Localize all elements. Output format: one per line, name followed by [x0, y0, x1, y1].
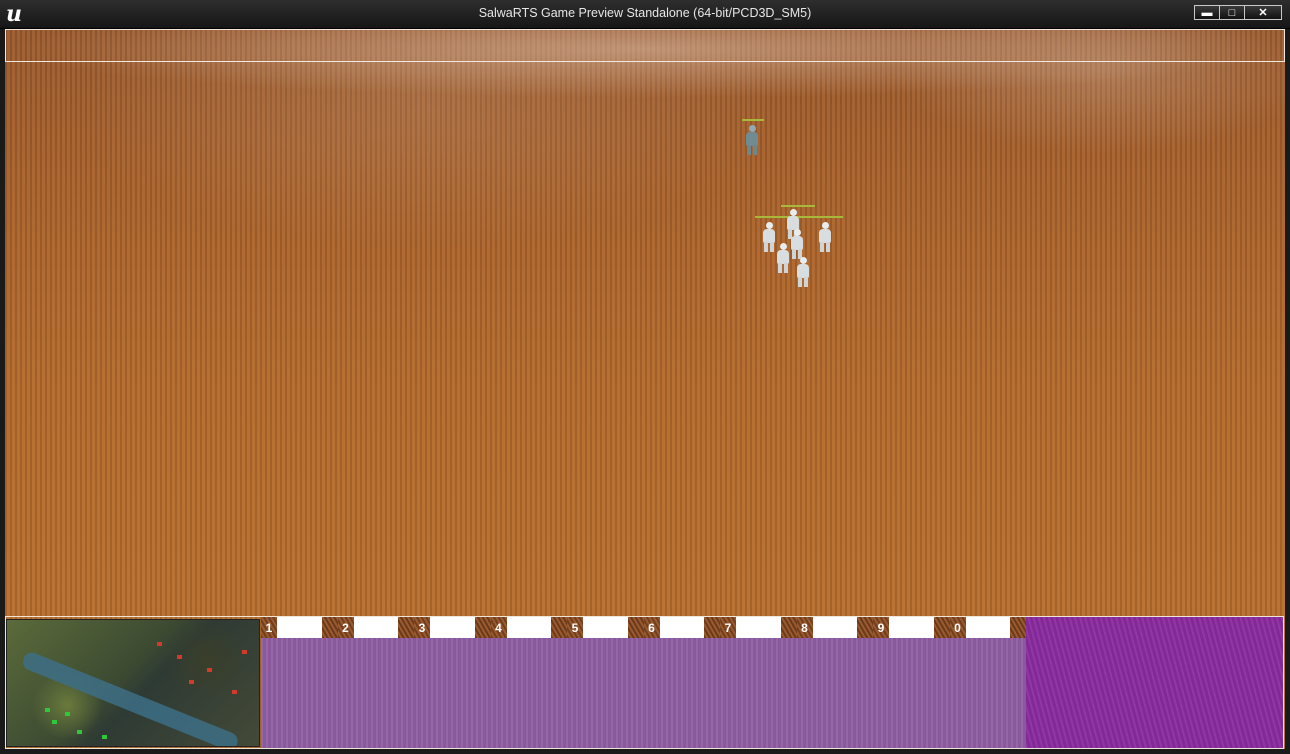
control-group-number: 8	[796, 617, 813, 638]
neutral-unit[interactable]	[745, 125, 759, 155]
minimap-ally-marker	[77, 730, 82, 734]
maximize-button[interactable]: □	[1219, 5, 1245, 20]
minimap-enemy-marker	[242, 650, 247, 654]
control-group-number: 4	[490, 617, 507, 638]
command-panel: 1 2 3 4 5 6 7 8 9 0	[261, 617, 1026, 748]
soldier-unit[interactable]	[790, 229, 804, 259]
control-group-slot[interactable]: 0	[949, 617, 1026, 638]
minimap-ally-marker	[45, 708, 50, 712]
slot-divider	[1010, 617, 1026, 638]
slot-divider	[321, 617, 338, 638]
minimap-ally-marker	[102, 735, 107, 739]
control-group-number: 6	[643, 617, 660, 638]
soldier-unit[interactable]	[818, 222, 832, 252]
slot-divider	[474, 617, 491, 638]
unit-health-bar	[742, 119, 764, 121]
minimap-enemy-marker	[207, 668, 212, 672]
minimap-enemy-marker	[232, 690, 237, 694]
slot-divider	[780, 617, 797, 638]
control-group-number: 3	[414, 617, 430, 638]
control-group-slot[interactable]: 5	[567, 617, 644, 638]
control-group-bar: 1 2 3 4 5 6 7 8 9 0	[261, 617, 1026, 638]
soldier-unit[interactable]	[762, 222, 776, 252]
control-group-slot[interactable]: 2	[337, 617, 414, 638]
window-title: SalwaRTS Game Preview Standalone (64-bit…	[478, 6, 812, 20]
minimap-ally-marker	[65, 712, 70, 716]
control-group-slot[interactable]: 6	[643, 617, 720, 638]
minimap-enemy-marker	[157, 642, 162, 646]
control-group-number: 0	[949, 617, 966, 638]
soldier-unit[interactable]	[796, 257, 810, 287]
control-group-number: 1	[261, 617, 277, 638]
control-group-number: 9	[873, 617, 889, 638]
minimap-river	[20, 650, 241, 746]
minimize-button[interactable]: ▬	[1194, 5, 1220, 20]
unit-info-panel	[1026, 617, 1283, 748]
slot-divider	[857, 617, 873, 638]
control-group-slot[interactable]: 9	[873, 617, 950, 638]
soldier-unit[interactable]	[776, 243, 790, 273]
control-group-slot[interactable]: 8	[796, 617, 873, 638]
minimap-enemy-marker	[177, 655, 182, 659]
minimap[interactable]	[6, 619, 260, 747]
minimap-ally-marker	[52, 720, 57, 724]
control-group-slot[interactable]: 4	[490, 617, 567, 638]
minimap-enemy-marker	[189, 680, 194, 684]
control-group-number: 7	[720, 617, 736, 638]
top-resource-bar	[5, 29, 1285, 62]
slot-divider	[704, 617, 720, 638]
slot-divider	[627, 617, 644, 638]
control-group-number: 2	[337, 617, 354, 638]
window-titlebar[interactable]: u SalwaRTS Game Preview Standalone (64-b…	[0, 0, 1290, 29]
slot-divider	[551, 617, 567, 638]
control-group-slot[interactable]: 1	[261, 617, 338, 638]
slot-divider	[398, 617, 414, 638]
control-group-slot[interactable]: 3	[414, 617, 491, 638]
control-group-number: 5	[567, 617, 583, 638]
close-button[interactable]: ✕	[1244, 5, 1282, 20]
slot-divider	[933, 617, 950, 638]
unit-health-bar	[781, 205, 815, 207]
control-group-slot[interactable]: 7	[720, 617, 797, 638]
